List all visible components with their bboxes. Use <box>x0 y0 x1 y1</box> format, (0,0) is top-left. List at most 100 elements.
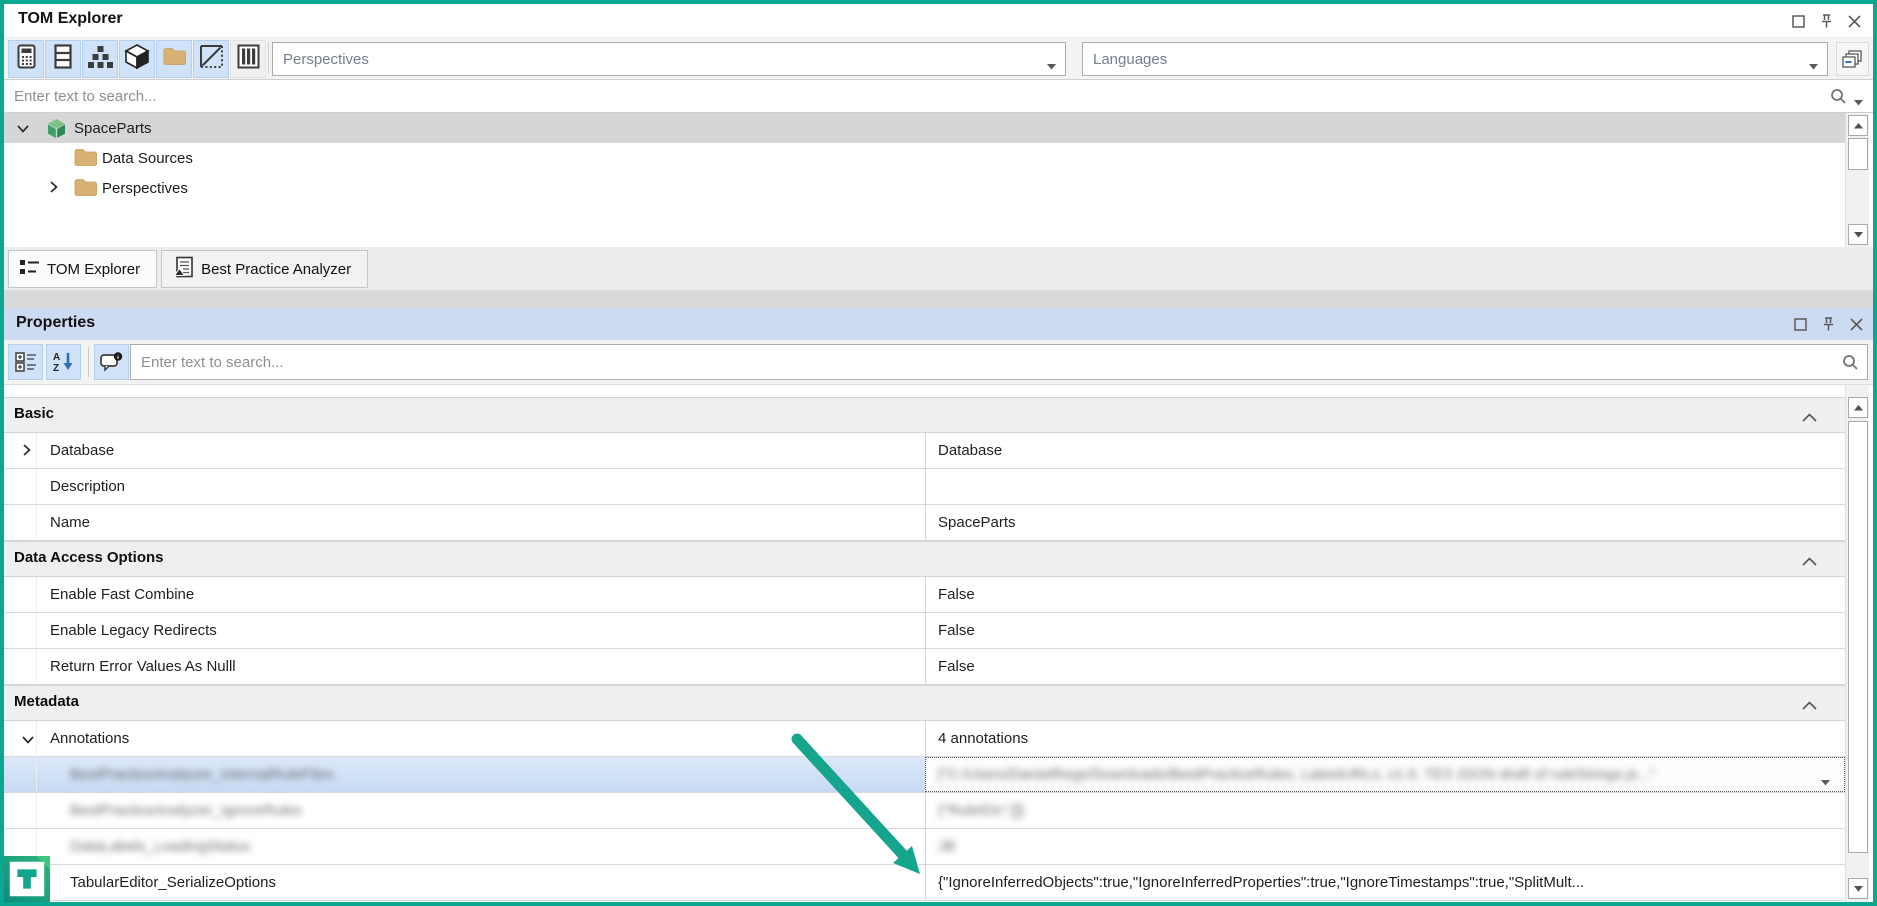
scrollbar-thumb[interactable] <box>1848 421 1868 853</box>
properties-search-input[interactable] <box>131 345 1867 379</box>
description-tooltip-button[interactable] <box>94 344 129 380</box>
chevron-down-icon <box>1854 100 1863 106</box>
search-options-caret[interactable] <box>1854 93 1863 111</box>
property-value-cell[interactable]: False <box>925 613 1845 648</box>
maximize-button[interactable] <box>1786 9 1810 33</box>
tree-item-data-sources[interactable]: Data Sources <box>4 143 1845 173</box>
property-name-cell[interactable]: Enable Legacy Redirects <box>4 613 925 648</box>
properties-toolbar: AZ <box>4 340 1873 385</box>
property-row-bestpracticeanalyzer-ignorerules[interactable]: BestPracticeAnalyzer_IgnoreRules{"RuleID… <box>4 793 1845 829</box>
property-name-cell[interactable]: Database <box>4 433 925 468</box>
properties-maximize-button[interactable] <box>1788 312 1812 336</box>
toolbar-button-tables[interactable] <box>45 40 81 78</box>
property-name-cell[interactable]: BestPracticeAnalyzer_InternalRuleFiles <box>4 757 925 792</box>
chevron-down-icon <box>1047 57 1056 74</box>
cube-icon <box>124 44 150 74</box>
property-value-cell[interactable]: {"RuleIDs":[]} <box>925 793 1845 828</box>
folder-icon <box>163 47 186 71</box>
model-tree: SpacePartsData Sources Perspectives <box>4 113 1845 247</box>
section-header-data-access-options[interactable]: Data Access Options <box>4 541 1845 577</box>
property-row-bestpracticeanalyzer-internalrulefiles[interactable]: BestPracticeAnalyzer_InternalRuleFiles["… <box>4 757 1845 793</box>
toolbar-button-folders[interactable] <box>156 40 192 78</box>
property-value-cell[interactable]: SpaceParts <box>925 505 1845 540</box>
row-gutter <box>36 649 37 684</box>
toolbar-button-hierarchies[interactable] <box>82 40 118 78</box>
property-name-cell[interactable]: Name <box>4 505 925 540</box>
property-value-cell[interactable]: False <box>925 577 1845 612</box>
properties-titlebar: Properties <box>4 308 1873 340</box>
pin-button[interactable] <box>1814 9 1838 33</box>
chevron-down-icon[interactable] <box>22 731 34 748</box>
row-gutter <box>36 433 37 468</box>
perspectives-combobox[interactable]: Perspectives <box>272 42 1066 76</box>
languages-combobox[interactable]: Languages <box>1082 42 1828 76</box>
property-value-cell[interactable] <box>925 469 1845 504</box>
property-name-cell[interactable]: DataLabels_LoadingStatus <box>4 829 925 864</box>
window-layout-button[interactable] <box>1836 42 1869 76</box>
property-row-enable-fast-combine[interactable]: Enable Fast CombineFalse <box>4 577 1845 613</box>
folder-icon <box>74 148 96 168</box>
property-value: 4 annotations <box>938 730 1028 747</box>
property-name-cell[interactable]: Annotations <box>4 721 925 756</box>
property-value-cell[interactable]: JB <box>925 829 1845 864</box>
chevron-up-icon[interactable] <box>1802 409 1817 427</box>
pin-icon <box>1821 316 1836 333</box>
tree-item-label: Perspectives <box>102 180 188 197</box>
close-button[interactable] <box>1842 9 1866 33</box>
property-row-return-error-values-as-nulll[interactable]: Return Error Values As NulllFalse <box>4 649 1845 685</box>
property-value-cell[interactable]: {"IgnoreInferredObjects":true,"IgnoreInf… <box>925 865 1845 900</box>
toolbar-button-measures[interactable] <box>8 40 44 78</box>
property-value-cell[interactable]: ["C:/Users/DanielRegs/Downloads/BestPrac… <box>925 757 1845 792</box>
chevron-up-icon[interactable] <box>1802 553 1817 571</box>
info-bubble-icon <box>100 352 123 373</box>
sort-alphabetical-button[interactable]: AZ <box>46 344 81 380</box>
hierarchy-icon <box>88 45 113 74</box>
tree-item-spaceparts[interactable]: SpaceParts <box>4 113 1845 143</box>
properties-pin-button[interactable] <box>1816 312 1840 336</box>
toolbar-button-partitions[interactable] <box>193 40 229 78</box>
property-name: Name <box>4 514 90 531</box>
window-title: TOM Explorer <box>18 10 123 28</box>
property-name: Description <box>4 478 125 495</box>
section-header-metadata[interactable]: Metadata <box>4 685 1845 721</box>
property-value-cell[interactable]: False <box>925 649 1845 684</box>
toolbar-separator <box>268 42 269 74</box>
tree-item-perspectives[interactable]: Perspectives <box>4 173 1845 203</box>
property-name-cell[interactable]: Enable Fast Combine <box>4 577 925 612</box>
scroll-up-button[interactable] <box>1848 397 1868 418</box>
toolbar-button-columns[interactable] <box>230 40 266 78</box>
chevron-down-icon[interactable] <box>16 120 30 137</box>
tom-search-input[interactable] <box>4 80 1873 112</box>
panel-divider <box>4 290 1873 308</box>
properties-scrollbar[interactable] <box>1845 385 1869 902</box>
property-row-enable-legacy-redirects[interactable]: Enable Legacy RedirectsFalse <box>4 613 1845 649</box>
property-name-cell[interactable]: BestPracticeAnalyzer_IgnoreRules <box>4 793 925 828</box>
property-row-description[interactable]: Description <box>4 469 1845 505</box>
property-name-cell[interactable]: Description <box>4 469 925 504</box>
property-row-database[interactable]: DatabaseDatabase <box>4 433 1845 469</box>
tree-scrollbar[interactable] <box>1845 113 1869 247</box>
scroll-down-button[interactable] <box>1848 224 1868 245</box>
property-value-cell[interactable]: Database <box>925 433 1845 468</box>
property-row-datalabels-loadingstatus[interactable]: DataLabels_LoadingStatusJB <box>4 829 1845 865</box>
chevron-right-icon[interactable] <box>46 180 60 197</box>
property-name-cell[interactable]: TabularEditor_SerializeOptions <box>4 865 925 900</box>
scrollbar-thumb[interactable] <box>1848 138 1868 170</box>
toolbar-button-objects[interactable] <box>119 40 155 78</box>
property-row-annotations[interactable]: Annotations 4 annotations <box>4 721 1845 757</box>
chevron-right-icon[interactable] <box>22 443 31 460</box>
tab-best-practice-analyzer[interactable]: Best Practice Analyzer <box>161 250 368 288</box>
section-header-basic[interactable]: Basic <box>4 397 1845 433</box>
chevron-up-icon[interactable] <box>1802 697 1817 715</box>
tab-tom-explorer[interactable]: TOM Explorer <box>8 250 157 288</box>
property-value-cell[interactable]: 4 annotations <box>925 721 1845 756</box>
scroll-down-button[interactable] <box>1848 878 1868 899</box>
categorized-button[interactable] <box>8 344 43 380</box>
value-dropdown-caret[interactable] <box>1821 773 1830 790</box>
scroll-up-button[interactable] <box>1848 115 1868 136</box>
property-row-name[interactable]: Name SpaceParts <box>4 505 1845 541</box>
property-name-cell[interactable]: Return Error Values As Nulll <box>4 649 925 684</box>
languages-combobox-value: Languages <box>1093 51 1167 68</box>
property-row-tabulareditor-serializeoptions[interactable]: TabularEditor_SerializeOptions{"IgnoreIn… <box>4 865 1845 901</box>
properties-close-button[interactable] <box>1844 312 1868 336</box>
